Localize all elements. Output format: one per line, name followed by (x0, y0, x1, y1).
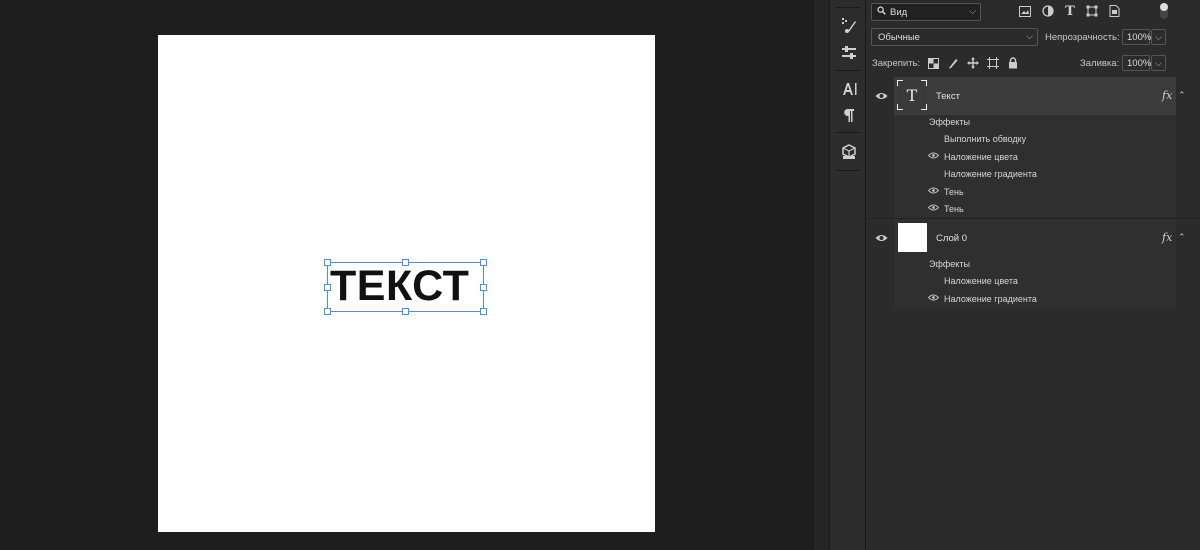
transform-handle-tl[interactable] (324, 259, 331, 266)
effect-visibility-eye-icon[interactable] (927, 151, 940, 162)
effect-drop-shadow[interactable]: Тень (944, 187, 964, 197)
layers-panel: Вид ⌵ T Обычные ⌵ Непрозрачность: 100% ⌵… (866, 0, 1200, 550)
shape-filter-icon[interactable] (1085, 4, 1099, 18)
effects-label: Эффекты (929, 117, 970, 127)
fill-field[interactable]: 100% ⌵ (1122, 55, 1166, 71)
opacity-dropdown[interactable]: ⌵ (1151, 29, 1166, 45)
text-layer-thumbnail: T (897, 80, 927, 110)
fill-value: 100% (1127, 57, 1152, 69)
pixel-filter-icon[interactable] (1018, 4, 1032, 18)
search-icon (877, 6, 886, 18)
separator (836, 7, 860, 8)
transform-handle-ml[interactable] (324, 284, 331, 291)
effect-color-overlay[interactable]: Наложение цвета (944, 152, 1018, 162)
transform-handle-bc[interactable] (402, 308, 409, 315)
fill-dropdown[interactable]: ⌵ (1151, 55, 1166, 71)
lock-artboard-icon[interactable] (986, 56, 1000, 70)
fx-icon[interactable]: fx (1162, 89, 1172, 102)
fill-label: Заливка: (1080, 58, 1120, 69)
collapse-effects-icon[interactable]: ⌃ (1178, 90, 1186, 101)
opacity-field[interactable]: 100% ⌵ (1122, 29, 1166, 45)
transform-handle-tc[interactable] (402, 259, 409, 266)
effect-visibility-eye-icon[interactable] (927, 203, 940, 214)
character-icon[interactable] (830, 78, 867, 100)
adjustments-icon[interactable] (830, 42, 867, 64)
effect-visibility-eye-icon[interactable] (927, 293, 940, 304)
effect-color-overlay[interactable]: Наложение цвета (944, 276, 1018, 286)
smart-object-filter-icon[interactable] (1107, 4, 1121, 18)
type-filter-icon[interactable]: T (1063, 4, 1077, 19)
lock-all-icon[interactable] (1006, 56, 1020, 70)
blend-mode-value: Обычные (878, 31, 920, 43)
visibility-eye-icon[interactable] (874, 91, 888, 101)
paragraph-icon[interactable] (830, 104, 867, 126)
layer-item[interactable]: T Текст fx ⌃ Эффекты Выполнить обводку Н… (866, 77, 1200, 219)
opacity-label: Непрозрачность: (1045, 32, 1120, 43)
separator (836, 132, 860, 133)
kind-filter-select[interactable]: Вид ⌵ (871, 3, 981, 21)
layer-name[interactable]: Слой 0 (936, 233, 967, 244)
document-workspace[interactable]: ТЕКСТ (0, 0, 813, 550)
3d-icon[interactable] (830, 141, 867, 163)
layer-name[interactable]: Текст (936, 91, 960, 102)
effect-gradient-overlay[interactable]: Наложение градиента (944, 294, 1037, 304)
layer-filter-row: Вид ⌵ T (866, 0, 1200, 24)
collapse-effects-icon[interactable]: ⌃ (1178, 232, 1186, 243)
layer-header[interactable]: T Текст fx (866, 77, 1176, 115)
transform-bounding-box[interactable] (324, 259, 487, 315)
effects-label: Эффекты (929, 259, 970, 269)
panel-icon-column (829, 0, 866, 550)
fx-icon[interactable]: fx (1162, 231, 1172, 244)
lock-transparent-pixels-icon[interactable] (926, 56, 940, 70)
transform-handle-bl[interactable] (324, 308, 331, 315)
panel-divider[interactable] (813, 0, 829, 550)
layer-thumbnail (898, 223, 927, 252)
separator (836, 70, 860, 71)
adjustment-filter-icon[interactable] (1041, 4, 1055, 18)
lock-row: Закрепить: Заливка: 100% ⌵ (866, 52, 1200, 74)
lock-image-pixels-icon[interactable] (946, 56, 960, 70)
effect-drop-shadow[interactable]: Тень (944, 204, 964, 214)
chevron-down-icon: ⌵ (1026, 31, 1033, 41)
separator (836, 170, 860, 171)
blend-mode-select[interactable]: Обычные ⌵ (871, 28, 1038, 46)
layer-item[interactable]: Слой 0 fx ⌃ Эффекты Наложение цвета Нало… (866, 219, 1200, 309)
brush-settings-icon[interactable] (830, 14, 867, 36)
filter-toggle[interactable] (1160, 3, 1168, 19)
chevron-down-icon: ⌵ (969, 6, 976, 16)
visibility-eye-icon[interactable] (874, 233, 888, 243)
opacity-value: 100% (1127, 31, 1152, 43)
effect-stroke[interactable]: Выполнить обводку (944, 134, 1026, 144)
lock-label: Закрепить: (872, 58, 921, 69)
kind-filter-value: Вид (890, 6, 908, 18)
effect-gradient-overlay[interactable]: Наложение градиента (944, 169, 1037, 179)
blend-row: Обычные ⌵ Непрозрачность: 100% ⌵ (866, 26, 1200, 48)
layer-header[interactable]: Слой 0 fx (866, 219, 1176, 257)
transform-handle-br[interactable] (480, 308, 487, 315)
lock-position-icon[interactable] (966, 56, 980, 70)
transform-handle-mr[interactable] (480, 284, 487, 291)
effect-visibility-eye-icon[interactable] (927, 186, 940, 197)
transform-handle-tr[interactable] (480, 259, 487, 266)
